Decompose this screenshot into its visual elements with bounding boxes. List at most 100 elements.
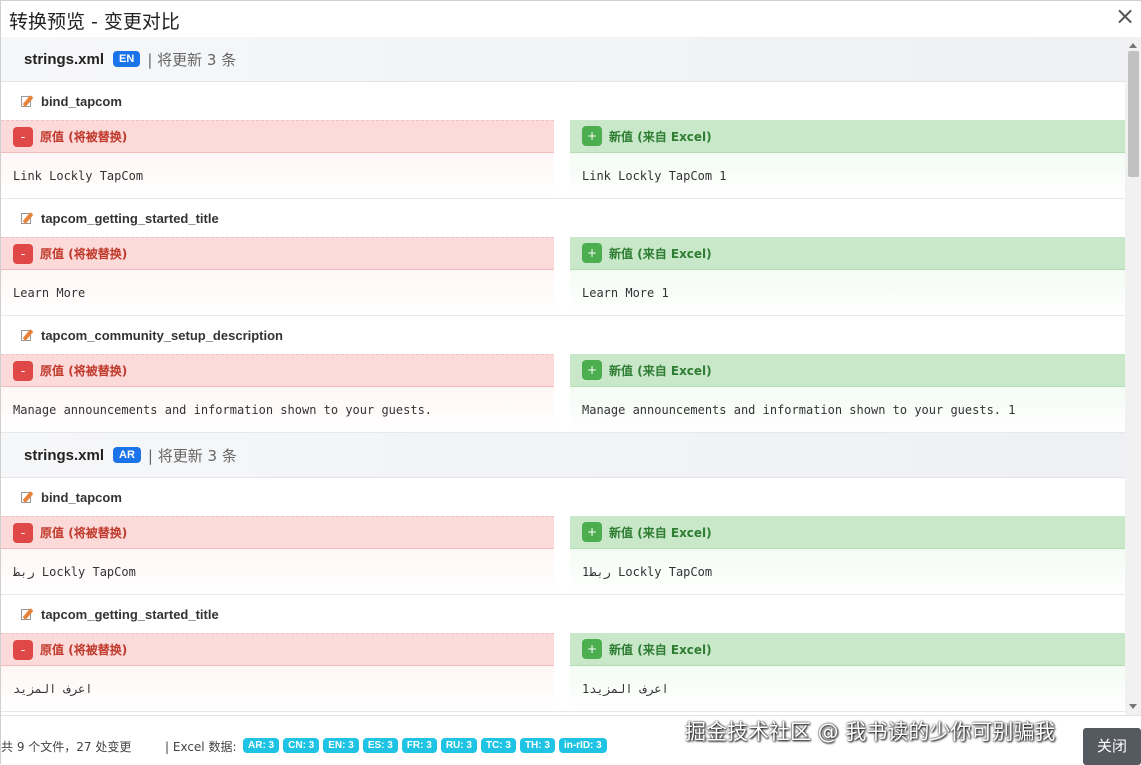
old-label: 原值 (将被替换) xyxy=(40,364,128,378)
key-name: bind_tapcom xyxy=(41,489,122,505)
file-name: strings.xml xyxy=(24,50,105,68)
new-value: Manage announcements and information sho… xyxy=(570,387,1125,432)
change-summary: 共 9 个文件，27 处变更 xyxy=(1,740,132,754)
diff-entry: tapcom_getting_started_title - 原值 (将被替换)… xyxy=(1,595,1125,712)
diff-list[interactable]: strings.xml EN | 将更新 3 条 bind_tapcom - 原… xyxy=(1,37,1125,715)
lang-badge: AR xyxy=(113,447,141,463)
new-value: Learn More 1 xyxy=(570,270,1125,315)
old-value-header: - 原值 (将被替换) xyxy=(1,120,554,153)
new-label: 新值 (来自 Excel) xyxy=(609,642,712,657)
new-label: 新值 (来自 Excel) xyxy=(609,129,712,144)
key-row: bind_tapcom xyxy=(1,478,1125,516)
excel-chip: EN: 3 xyxy=(323,738,359,753)
new-value: Link Lockly TapCom 1 xyxy=(570,153,1125,198)
diff-entry: tapcom_getting_started_title - 原值 (将被替换)… xyxy=(1,199,1125,316)
edit-document-icon xyxy=(20,490,34,504)
new-value-header: + 新值 (来自 Excel) xyxy=(570,237,1125,270)
edit-document-icon xyxy=(20,94,34,108)
update-count: | 将更新 3 条 xyxy=(147,50,237,69)
dialog-title: 转换预览 - 变更对比 xyxy=(9,11,180,33)
edit-document-icon xyxy=(20,328,34,342)
new-value-panel: + 新值 (来自 Excel) ربط1 Lockly TapCom xyxy=(570,516,1125,594)
close-button[interactable]: 关闭 xyxy=(1083,728,1141,765)
diff-row: - 原值 (将被替换) Link Lockly TapCom + 新值 (来自 … xyxy=(1,120,1125,198)
edit-document-icon xyxy=(20,607,34,621)
old-value: ربط Lockly TapCom xyxy=(1,549,554,594)
excel-data-label: | Excel 数据: xyxy=(165,740,237,754)
excel-chip: TH: 3 xyxy=(519,738,555,753)
diff-row: - 原值 (将被替换) Manage announcements and inf… xyxy=(1,354,1125,432)
excel-chip: AR: 3 xyxy=(243,738,280,753)
new-value-header: + 新值 (来自 Excel) xyxy=(570,633,1125,666)
old-label: 原值 (将被替换) xyxy=(40,643,128,657)
old-value-header: - 原值 (将被替换) xyxy=(1,633,554,666)
new-value-panel: + 新值 (来自 Excel) اعرف المزيد1 xyxy=(570,633,1125,711)
old-value-panel: - 原值 (将被替换) ربط Lockly TapCom xyxy=(1,516,554,594)
diff-entry: bind_tapcom - 原值 (将被替换) ربط Lockly TapCo… xyxy=(1,478,1125,595)
diff-row: - 原值 (将被替换) Learn More + 新值 (来自 Excel) L… xyxy=(1,237,1125,315)
diff-entry: bind_tapcom - 原值 (将被替换) Link Lockly TapC… xyxy=(1,82,1125,199)
excel-chip: in-rID: 3 xyxy=(558,738,607,753)
scroll-down-icon[interactable] xyxy=(1129,704,1137,709)
key-name: bind_tapcom xyxy=(41,93,122,109)
old-value: Manage announcements and information sho… xyxy=(1,387,554,432)
excel-chip: CN: 3 xyxy=(283,738,320,753)
old-value-header: - 原值 (将被替换) xyxy=(1,354,554,387)
new-value-panel: + 新值 (来自 Excel) Learn More 1 xyxy=(570,237,1125,315)
key-name: tapcom_getting_started_title xyxy=(41,210,219,226)
new-value-header: + 新值 (来自 Excel) xyxy=(570,354,1125,387)
scrollbar-thumb[interactable] xyxy=(1128,51,1139,177)
edit-document-icon xyxy=(20,211,34,225)
old-label: 原值 (将被替换) xyxy=(40,130,128,144)
lang-badge: EN xyxy=(113,51,141,67)
dialog-titlebar: 转换预览 - 变更对比 × xyxy=(1,1,1141,37)
excel-chip: TC: 3 xyxy=(480,738,516,753)
excel-chip: ES: 3 xyxy=(362,738,398,753)
old-value: Learn More xyxy=(1,270,554,315)
plus-icon: + xyxy=(582,126,602,146)
key-name: tapcom_getting_started_title xyxy=(41,606,219,622)
key-row: tapcom_getting_started_title xyxy=(1,595,1125,633)
key-row: tapcom_community_setup_description xyxy=(1,316,1125,354)
old-value-panel: - 原值 (将被替换) اعرف المزيد xyxy=(1,633,554,711)
preview-dialog: 转换预览 - 变更对比 × strings.xml EN | 将更新 3 条 b… xyxy=(0,0,1141,765)
key-row: bind_tapcom xyxy=(1,82,1125,120)
old-value-header: - 原值 (将被替换) xyxy=(1,516,554,549)
old-value-panel: - 原值 (将被替换) Learn More xyxy=(1,237,554,315)
watermark: 掘金技术社区 @ 我书读的少你可别骗我 xyxy=(685,720,1056,744)
scroll-up-icon[interactable] xyxy=(1129,43,1137,48)
old-value-panel: - 原值 (将被替换) Manage announcements and inf… xyxy=(1,354,554,432)
new-label: 新值 (来自 Excel) xyxy=(609,525,712,540)
dialog-footer: 共 9 个文件，27 处变更 | Excel 数据: AR: 3 CN: 3 E… xyxy=(1,715,1141,765)
minus-icon: - xyxy=(13,126,33,147)
new-value-panel: + 新值 (来自 Excel) Manage announcements and… xyxy=(570,354,1125,432)
new-label: 新值 (来自 Excel) xyxy=(609,363,712,378)
diff-row: - 原值 (将被替换) اعرف المزيد + 新值 (来自 Excel) … xyxy=(1,633,1125,711)
update-count: | 将更新 3 条 xyxy=(147,446,237,465)
new-value: ربط1 Lockly TapCom xyxy=(570,549,1125,594)
diff-entry: tapcom_community_setup_description - 原值 … xyxy=(1,316,1125,433)
old-value: اعرف المزيد xyxy=(1,666,554,711)
vertical-scrollbar[interactable] xyxy=(1125,37,1141,715)
old-value-panel: - 原值 (将被替换) Link Lockly TapCom xyxy=(1,120,554,198)
new-value-panel: + 新值 (来自 Excel) Link Lockly TapCom 1 xyxy=(570,120,1125,198)
plus-icon: + xyxy=(582,360,602,380)
excel-chip: FR: 3 xyxy=(401,738,437,753)
close-icon[interactable]: × xyxy=(1112,4,1138,30)
plus-icon: + xyxy=(582,639,602,659)
new-value: اعرف المزيد1 xyxy=(570,666,1125,711)
diff-row: - 原值 (将被替换) ربط Lockly TapCom + 新值 (来自 E… xyxy=(1,516,1125,594)
old-value: Link Lockly TapCom xyxy=(1,153,554,198)
old-value-header: - 原值 (将被替换) xyxy=(1,237,554,270)
key-row: tapcom_getting_started_title xyxy=(1,199,1125,237)
excel-chip: RU: 3 xyxy=(440,738,477,753)
file-name: strings.xml xyxy=(24,446,105,464)
minus-icon: - xyxy=(13,639,33,660)
file-header: strings.xml EN | 将更新 3 条 xyxy=(1,37,1125,82)
key-name: tapcom_community_setup_description xyxy=(41,327,283,343)
minus-icon: - xyxy=(13,243,33,264)
new-value-header: + 新值 (来自 Excel) xyxy=(570,120,1125,153)
excel-chip-list: AR: 3 CN: 3 EN: 3 ES: 3 FR: 3 RU: 3 TC: … xyxy=(243,738,611,753)
minus-icon: - xyxy=(13,522,33,543)
file-header: strings.xml AR | 将更新 3 条 xyxy=(1,433,1125,478)
